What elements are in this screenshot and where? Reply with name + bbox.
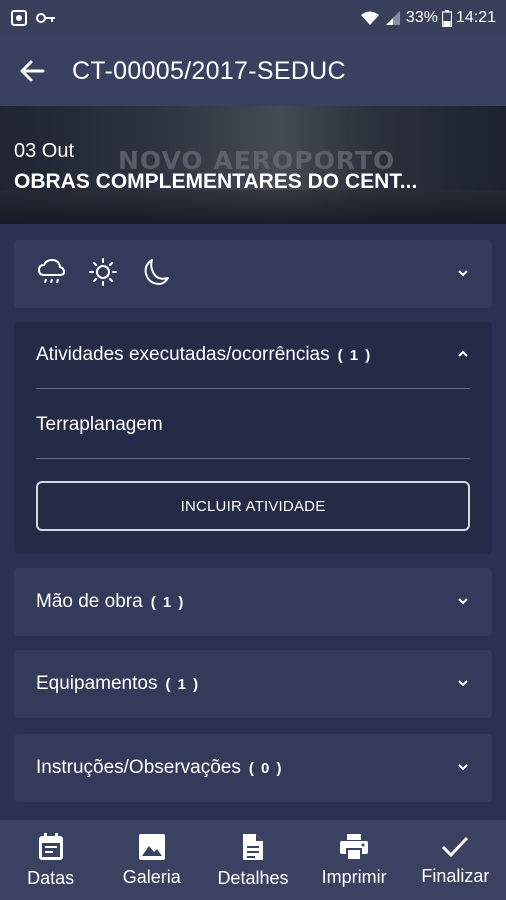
weather-card[interactable] (14, 240, 492, 308)
nav-imprimir[interactable]: Imprimir (304, 833, 404, 888)
nav-galeria[interactable]: Galeria (102, 833, 202, 888)
labor-count: ( 1 ) (150, 593, 185, 611)
activities-header[interactable]: Atividades executadas/ocorrências ( 1 ) (14, 322, 492, 388)
arrow-left-icon (20, 60, 45, 82)
nav-label: Finalizar (421, 865, 490, 886)
screenshot-notification-icon (10, 9, 28, 27)
nav-label: Datas (27, 867, 75, 888)
rain-cloud-icon[interactable] (36, 257, 66, 292)
nav-label: Galeria (122, 866, 181, 887)
activities-count: ( 1 ) (337, 346, 372, 364)
divider (36, 458, 470, 459)
chevron-down-icon[interactable] (456, 759, 470, 777)
nav-label: Detalhes (217, 867, 289, 888)
check-icon (442, 836, 469, 857)
instructions-count: ( 0 ) (248, 759, 284, 777)
chevron-down-icon[interactable] (456, 593, 470, 611)
hero-image-ground (0, 190, 506, 224)
image-icon (138, 833, 165, 860)
nav-detalhes[interactable]: Detalhes (203, 832, 303, 889)
activity-item[interactable]: Terraplanagem (36, 414, 163, 436)
add-activity-button[interactable]: INCLUIR ATIVIDADE (36, 481, 470, 531)
page-title: CT-00005/2017-SEDUC (72, 56, 346, 85)
nav-datas[interactable]: Datas (1, 832, 101, 889)
chevron-up-icon[interactable] (456, 346, 470, 364)
signal-icon (384, 10, 402, 26)
instructions-label: Instruções/Observações (36, 757, 241, 778)
activities-card: Atividades executadas/ocorrências ( 1 ) … (14, 322, 492, 554)
sun-icon[interactable] (88, 257, 118, 292)
bottom-navigation: Datas Galeria Detalhes Imprimir Finaliza… (0, 820, 506, 900)
moon-icon[interactable] (140, 257, 170, 292)
instructions-card[interactable]: Instruções/Observações ( 0 ) (14, 734, 492, 802)
hero-banner: NOVO AEROPORTO 03 Out OBRAS COMPLEMENTAR… (0, 106, 506, 224)
status-bar: 33% 14:21 (0, 0, 506, 36)
labor-card[interactable]: Mão de obra ( 1 ) (14, 568, 492, 636)
battery-percent: 33% (405, 9, 438, 26)
equipment-count: ( 1 ) (165, 675, 200, 693)
chevron-down-icon[interactable] (456, 675, 470, 693)
clock: 14:21 (455, 9, 496, 26)
equipment-label: Equipamentos (36, 673, 158, 694)
app-bar: CT-00005/2017-SEDUC (0, 36, 506, 106)
labor-label: Mão de obra (36, 591, 143, 612)
nav-finalizar[interactable]: Finalizar (405, 834, 505, 887)
chevron-down-icon[interactable] (456, 265, 470, 283)
key-icon (36, 12, 56, 24)
equipment-card[interactable]: Equipamentos ( 1 ) (14, 650, 492, 718)
content-area: Atividades executadas/ocorrências ( 1 ) … (0, 224, 506, 820)
battery-icon (441, 9, 452, 27)
activities-label: Atividades executadas/ocorrências (36, 344, 330, 365)
divider (36, 388, 470, 389)
report-date: 03 Out (14, 140, 75, 162)
wifi-icon (360, 10, 380, 26)
back-button[interactable] (0, 36, 64, 106)
printer-icon (340, 833, 369, 861)
document-icon (242, 833, 263, 860)
nav-label: Imprimir (321, 866, 387, 887)
calendar-icon (38, 832, 63, 860)
project-name: OBRAS COMPLEMENTARES DO CENT... (14, 170, 418, 193)
